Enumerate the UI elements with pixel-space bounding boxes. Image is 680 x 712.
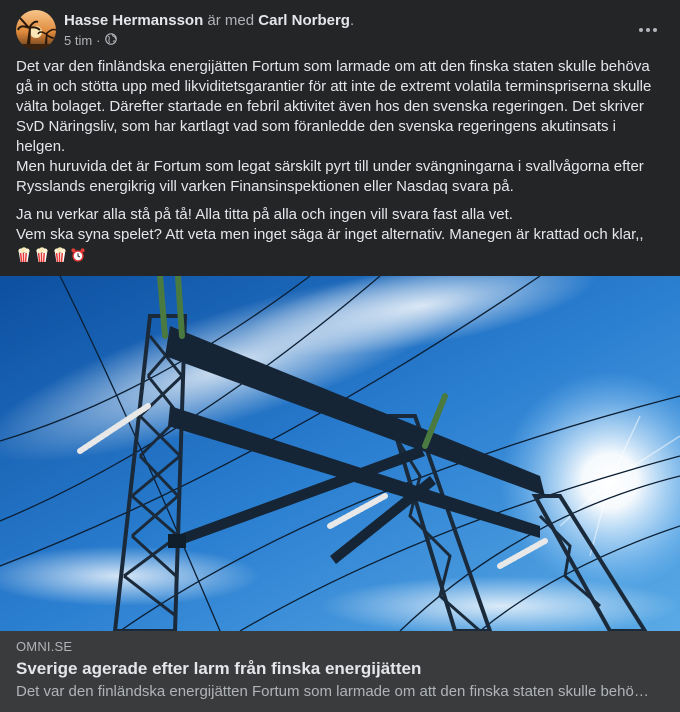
tagged-suffix: . <box>349 12 355 29</box>
meta-separator: · <box>96 33 101 48</box>
post-photo[interactable] <box>0 276 680 631</box>
post-paragraph: Det var den finländska energijätten Fort… <box>16 58 652 195</box>
post-paragraph: Ja nu verkar alla stå på tå! Alla titta … <box>16 206 644 243</box>
popcorn-icon <box>54 247 66 263</box>
alarm-clock-icon <box>71 248 85 262</box>
link-title[interactable]: Sverige agerade efter larm från finska e… <box>16 659 421 679</box>
author-avatar[interactable] <box>16 10 56 50</box>
post-body: Det var den finländska energijätten Fort… <box>16 57 664 265</box>
popcorn-icon <box>18 247 30 263</box>
post-meta: 5 tim · <box>64 33 117 49</box>
link-description: Det var den finländska energijätten Fort… <box>16 683 649 700</box>
author-name[interactable]: Hasse Hermansson <box>64 12 203 29</box>
popcorn-icon <box>36 247 48 263</box>
with-text: är med <box>207 12 255 29</box>
post-header: Hasse Hermansson är med Carl Norberg. 5 … <box>16 10 666 50</box>
link-domain: OMNI.SE <box>16 639 73 654</box>
more-options-icon <box>639 28 657 32</box>
more-options-button[interactable] <box>632 14 664 46</box>
post-time[interactable]: 5 tim <box>64 33 92 49</box>
post-card: Hasse Hermansson är med Carl Norberg. 5 … <box>0 0 680 712</box>
globe-icon <box>104 33 117 49</box>
emoji-row <box>16 245 664 265</box>
link-preview[interactable]: OMNI.SE Sverige agerade efter larm från … <box>0 631 680 712</box>
tagged-name[interactable]: Carl Norberg <box>258 12 350 29</box>
author-line: Hasse Hermansson är med Carl Norberg. <box>64 12 354 30</box>
